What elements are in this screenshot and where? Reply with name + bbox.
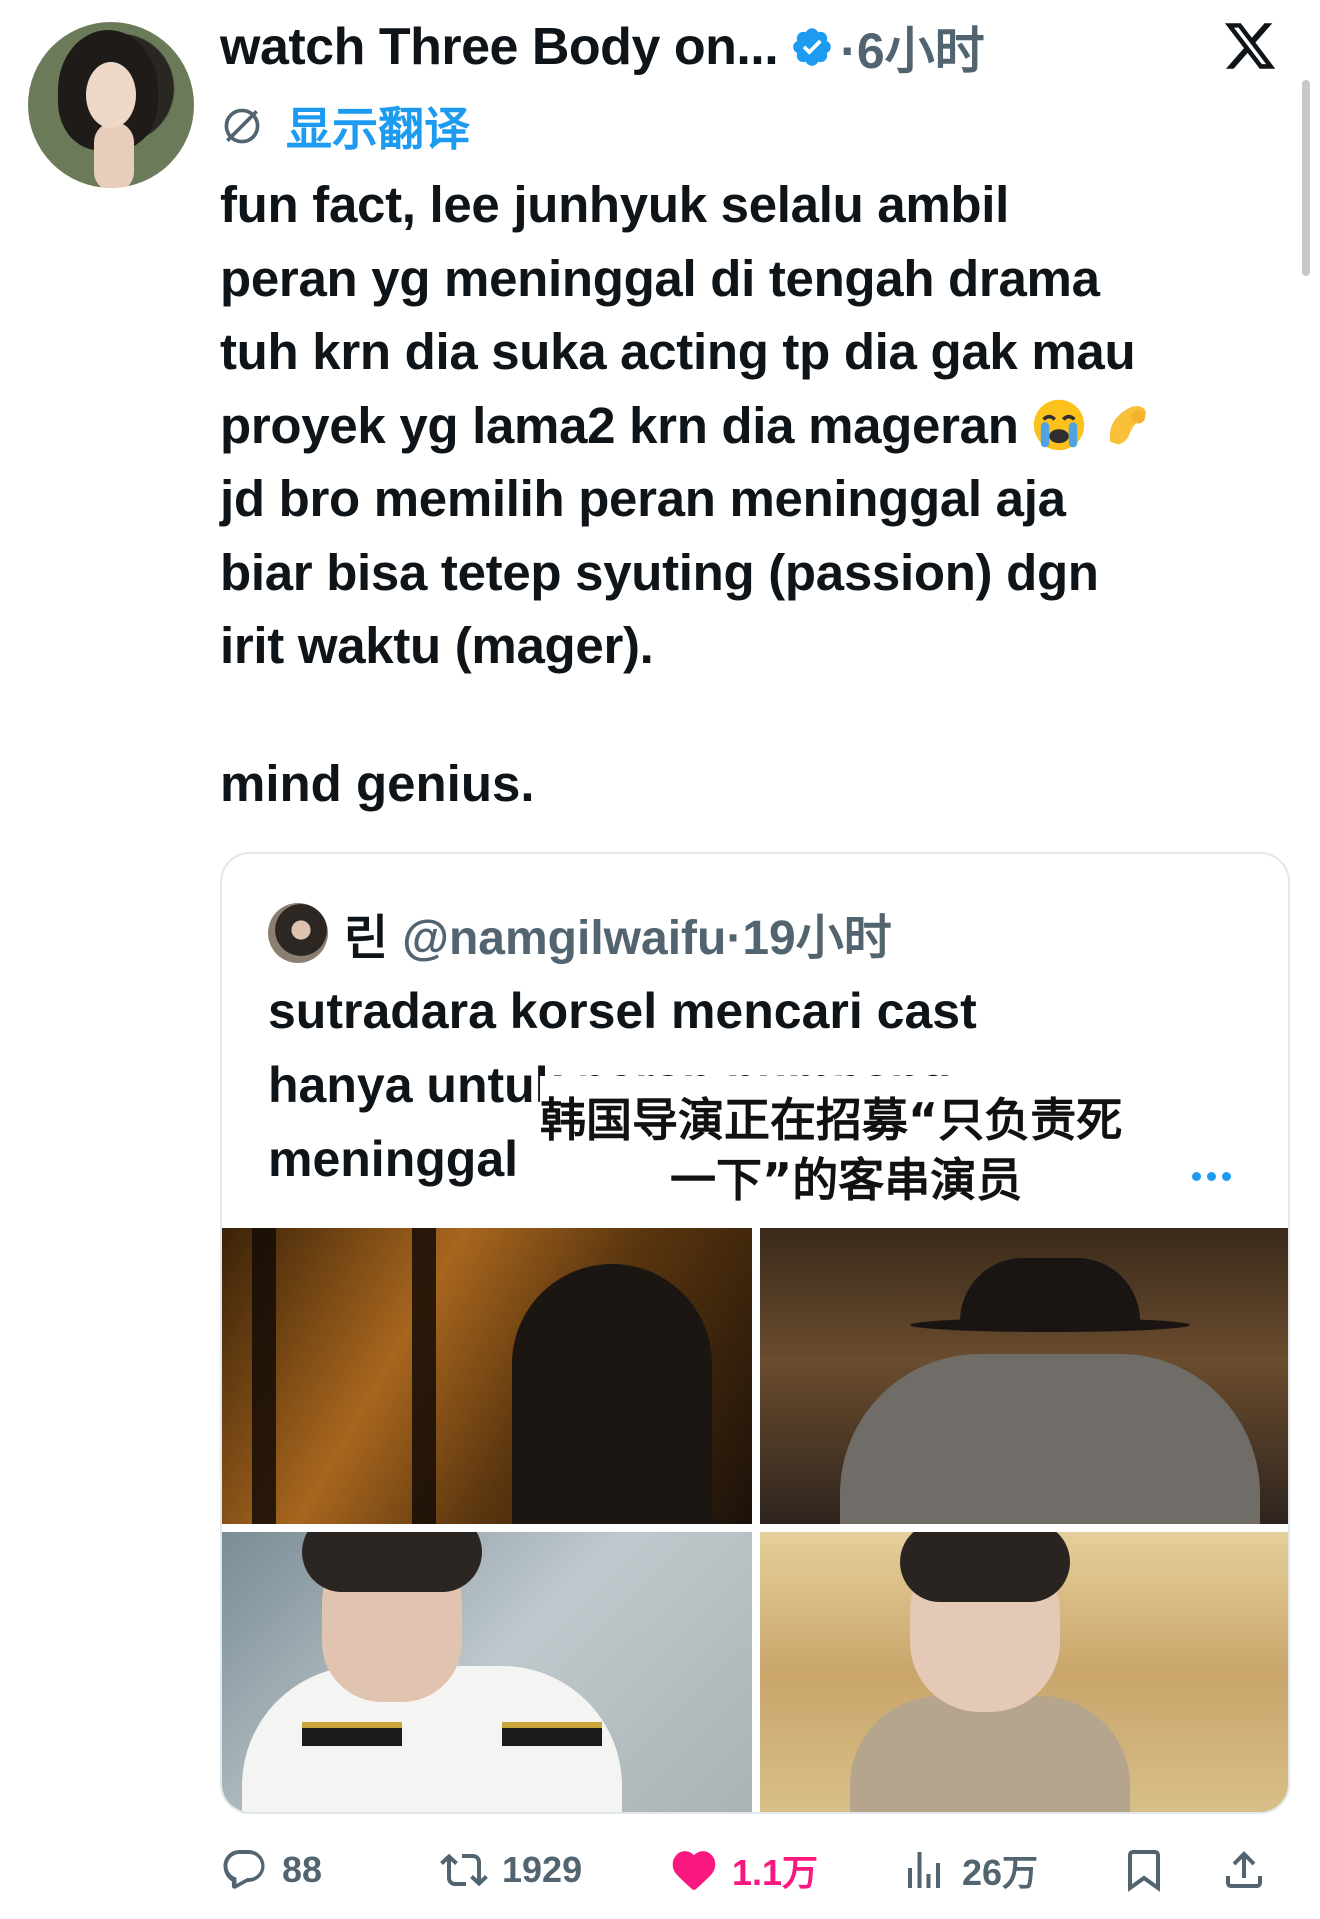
- tweet-line-with-emoji: proyek yg lama2 krn dia mageran: [220, 389, 1290, 463]
- translation-overlay: 韩国导演正在招募“只负责死 一下”的客串演员: [540, 1076, 1122, 1226]
- tweet-closing-line: mind genius.: [220, 755, 535, 812]
- tweet-line: peran yg meninggal di tengah drama: [220, 249, 1100, 307]
- crying-face-emoji-icon: [1033, 399, 1084, 450]
- share-button[interactable]: [1220, 1840, 1268, 1900]
- repost-icon: [440, 1853, 488, 1887]
- reply-count: 88: [282, 1849, 323, 1890]
- views-button[interactable]: 26万: [900, 1840, 1038, 1900]
- scrollbar[interactable]: [1302, 80, 1310, 276]
- translate-button[interactable]: 显示翻译: [220, 96, 470, 156]
- photo-detail: [910, 1318, 1190, 1332]
- views-chart-icon: [908, 1852, 940, 1888]
- tweet-line: fun fact, lee junhyuk selalu ambil: [220, 176, 1009, 233]
- x-logo-icon[interactable]: [1222, 18, 1278, 74]
- more-icon[interactable]: [1192, 1172, 1231, 1181]
- tweet-line: irit waktu (mager).: [220, 617, 654, 674]
- bookmark-icon: [1128, 1850, 1160, 1892]
- quoted-tweet-card[interactable]: 린 @namgilwaifu·19小时 sutradara korsel men…: [220, 852, 1290, 1814]
- author-display-name[interactable]: watch Three Body on...: [220, 17, 779, 77]
- tweet-time-value: 6小时: [856, 23, 985, 79]
- photo-detail: [840, 1354, 1260, 1524]
- tweet-timestamp[interactable]: ·6小时: [840, 11, 984, 83]
- quoted-handle-text: @namgilwaifu: [402, 912, 727, 965]
- photo-detail: [412, 1228, 436, 1524]
- photo-detail: [252, 1228, 276, 1524]
- views-count: 26万: [962, 1852, 1039, 1893]
- photo-detail: [512, 1264, 712, 1524]
- quoted-tweet-header: 린 @namgilwaifu·19小时: [268, 898, 892, 968]
- quoted-author-handle[interactable]: @namgilwaifu·19小时: [402, 898, 892, 968]
- tweet-line: tuh krn dia suka acting tp dia gak mau: [220, 323, 1136, 380]
- tweet-header: watch Three Body on... ·6小时: [220, 14, 985, 80]
- like-button[interactable]: 1.1万: [670, 1840, 818, 1900]
- photo-detail: [900, 1532, 1070, 1602]
- author-avatar[interactable]: [28, 22, 194, 188]
- tweet-line: biar bisa tetep syuting (passion) dgn: [220, 543, 1099, 601]
- avatar-face: [86, 62, 136, 128]
- translation-line-1: 韩国导演正在招募“只负责死: [540, 1093, 1123, 1147]
- photo-detail: [302, 1722, 402, 1746]
- quoted-line: sutradara korsel mencari cast: [268, 983, 977, 1039]
- quoted-time: 19小时: [742, 912, 892, 965]
- media-photo-4[interactable]: [760, 1532, 1288, 1812]
- translate-globe-icon: [224, 108, 260, 144]
- media-photo-3[interactable]: [222, 1532, 752, 1812]
- media-grid: [222, 1228, 1288, 1812]
- translation-line-2: 一下”的客串演员: [670, 1153, 1023, 1207]
- repost-button[interactable]: 1929: [440, 1840, 582, 1900]
- media-photo-1[interactable]: [222, 1228, 752, 1524]
- repost-count: 1929: [502, 1849, 583, 1890]
- pinching-hand-emoji-icon: [1109, 405, 1146, 445]
- bookmark-button[interactable]: [1120, 1840, 1168, 1900]
- reply-icon: [223, 1850, 265, 1889]
- reply-button[interactable]: 88: [220, 1840, 322, 1900]
- like-count: 1.1万: [732, 1852, 819, 1893]
- quoted-author-name[interactable]: 린: [344, 898, 388, 968]
- avatar-neck: [94, 122, 134, 188]
- tweet-line: proyek yg lama2 krn dia mageran: [220, 396, 1019, 454]
- translate-label: 显示翻译: [286, 103, 470, 155]
- quoted-author-avatar[interactable]: [268, 903, 328, 963]
- photo-detail: [502, 1722, 602, 1746]
- tweet-text: fun fact, lee junhyuk selalu ambil peran…: [220, 168, 1290, 683]
- heart-icon: [672, 1851, 716, 1890]
- tweet-line: jd bro memilih peran meninggal aja: [220, 470, 1066, 527]
- photo-detail: [302, 1532, 482, 1592]
- action-bar: 88 1929 1.1万 26万: [220, 1840, 1300, 1900]
- photo-detail: [850, 1696, 1130, 1812]
- media-photo-2[interactable]: [760, 1228, 1288, 1524]
- verified-badge-icon: [790, 25, 834, 69]
- share-icon: [1226, 1851, 1262, 1888]
